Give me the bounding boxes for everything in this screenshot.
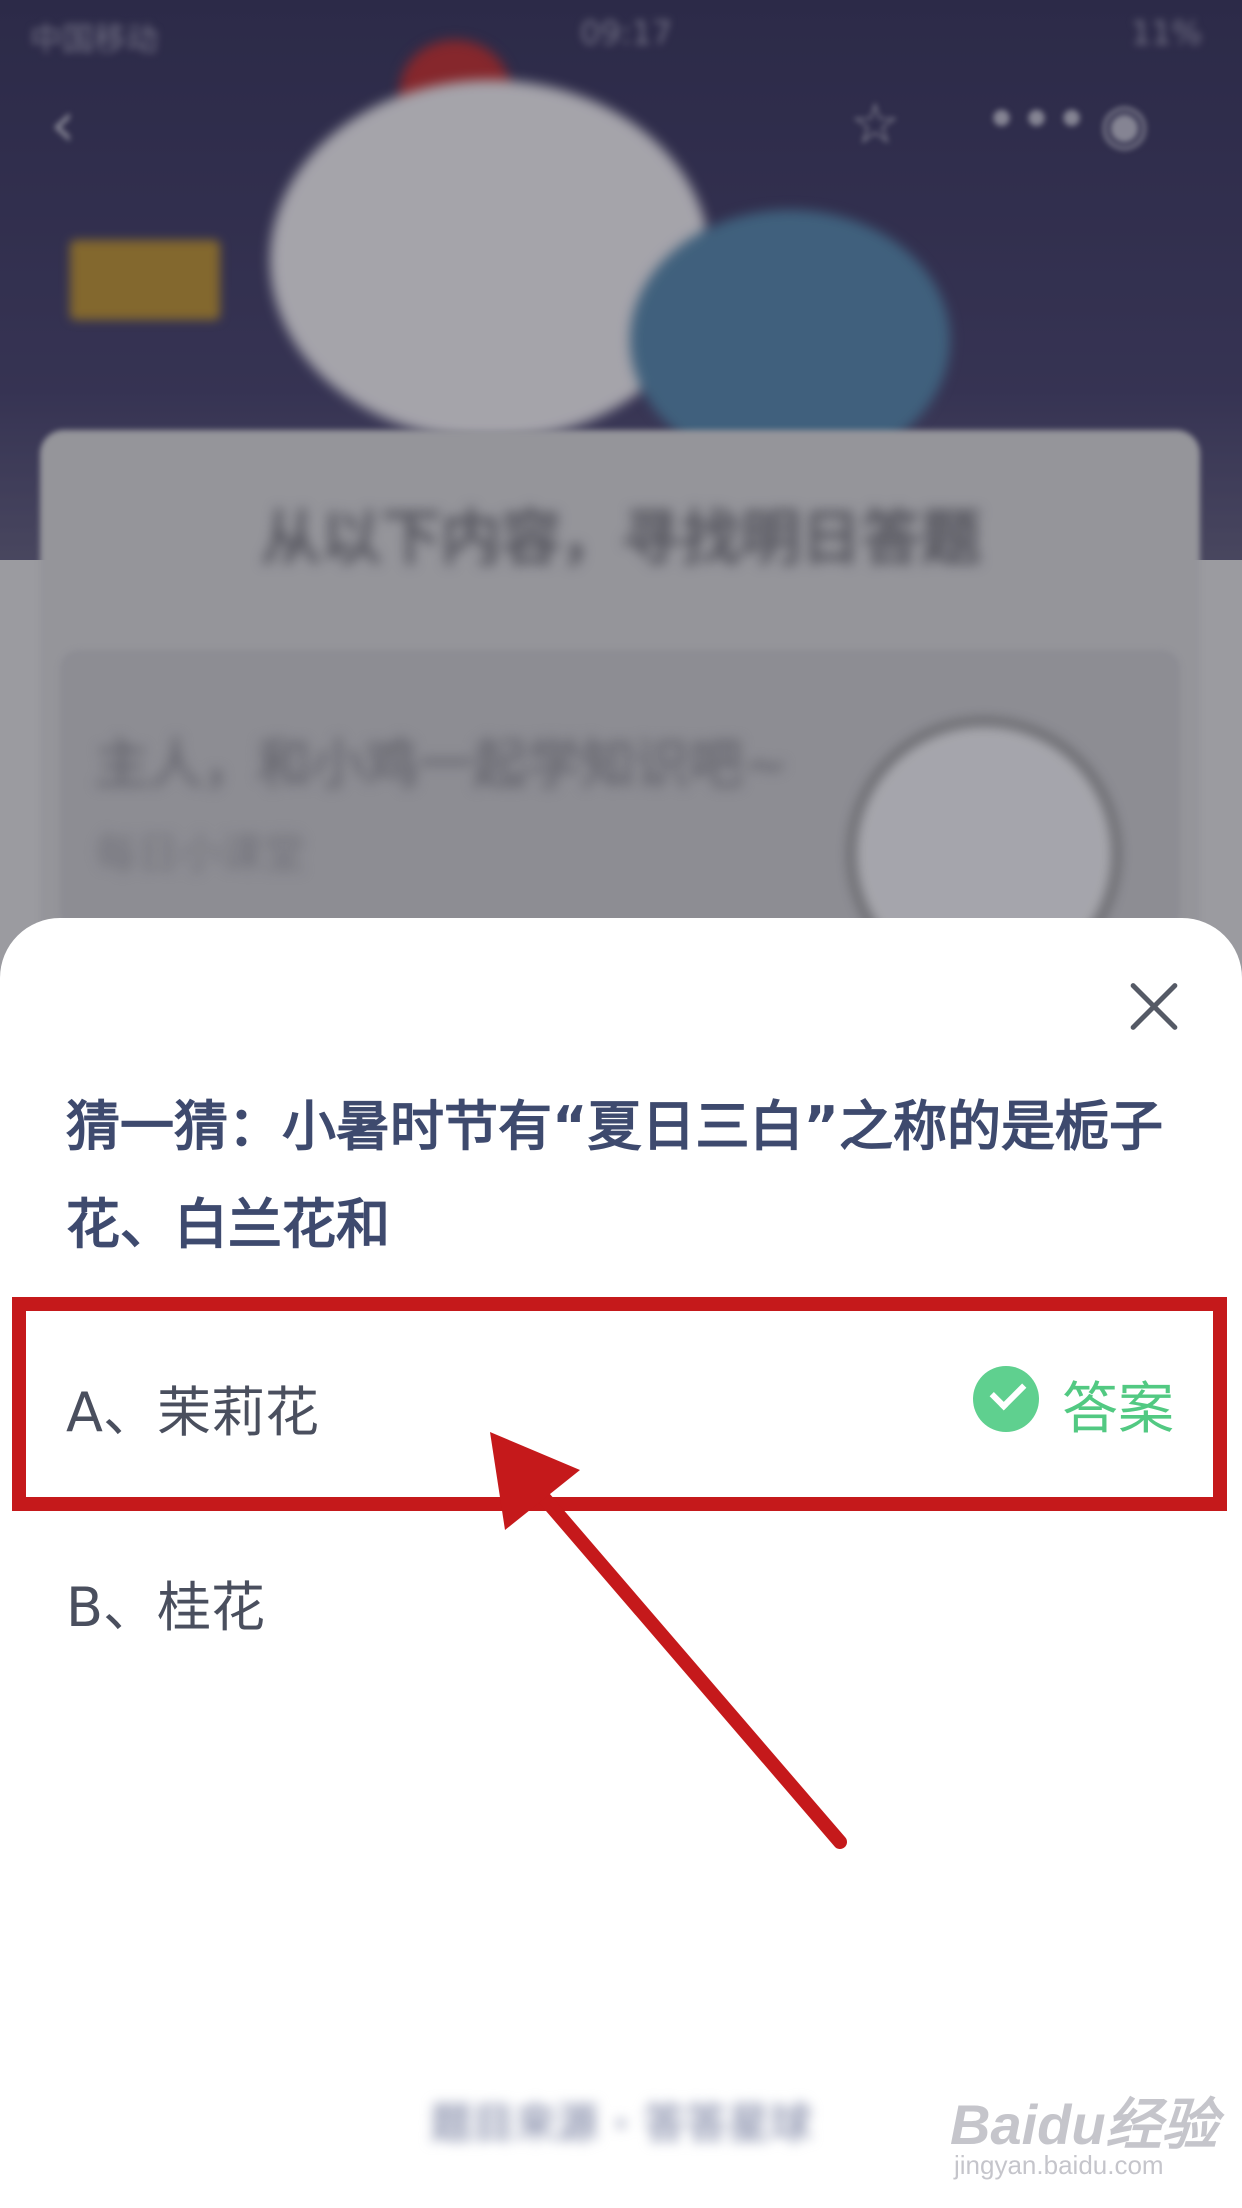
quiz-question: 猜一猜：小暑时节有“夏日三白”之称的是栀子花、白兰花和: [66, 1095, 1163, 1256]
option-label: B、桂花: [66, 1576, 266, 1639]
answer-tag: 答案: [1062, 1377, 1174, 1442]
option-label: A、茉莉花: [66, 1381, 319, 1444]
watermark-logo: Baidu经验: [950, 2093, 1218, 2156]
option-a[interactable]: A、茉莉花 答案: [0, 1320, 1242, 1480]
option-b[interactable]: B、桂花: [0, 1515, 1242, 1675]
watermark-url: jingyan.baidu.com: [954, 2150, 1164, 2180]
baidu-watermark: Baidu经验 jingyan.baidu.com: [950, 2080, 1220, 2190]
check-circle-icon: [973, 1366, 1039, 1432]
close-icon[interactable]: [1124, 976, 1184, 1036]
